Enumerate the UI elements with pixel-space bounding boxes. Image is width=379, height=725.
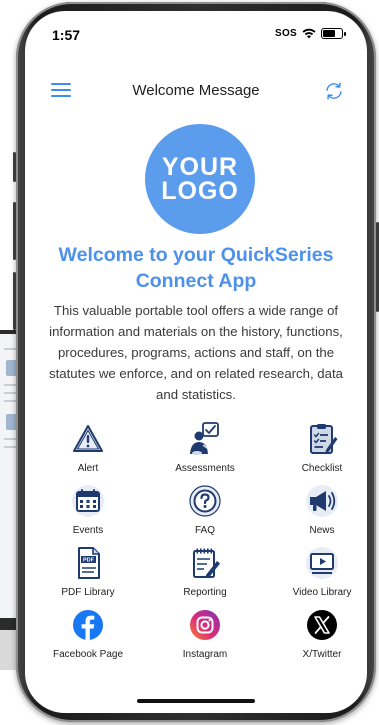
battery-icon (321, 28, 346, 39)
wifi-icon (302, 28, 316, 39)
tile-label: Checklist (301, 463, 343, 474)
tile-label: News (309, 525, 335, 536)
x-twitter-icon (307, 610, 337, 640)
notepad-pencil-icon (193, 548, 220, 578)
navigation-bar: Welcome Message (25, 73, 367, 107)
video-play-icon (306, 547, 338, 579)
alert-triangle-icon (73, 425, 103, 452)
phone-frame: 1:57 SOS Welcome Message YOUR LOGO Welco… (13, 2, 379, 722)
instagram-icon (190, 610, 220, 640)
tile-video-library[interactable]: Video Library (267, 545, 367, 598)
tile-checklist[interactable]: Checklist (267, 421, 367, 474)
tile-facebook-page[interactable]: Facebook Page (33, 607, 143, 660)
svg-text:PDF: PDF (83, 558, 95, 564)
tile-instagram[interactable]: Instagram (150, 607, 260, 660)
logo-text-line2: LOGO (161, 177, 239, 205)
tile-alert[interactable]: Alert (33, 421, 143, 474)
calendar-icon (72, 485, 104, 517)
tile-label: Events (72, 525, 104, 536)
checklist-clipboard-icon (310, 424, 338, 454)
tile-label: PDF Library (61, 587, 115, 598)
tile-label: Alert (77, 463, 99, 474)
status-indicators: SOS (274, 28, 346, 39)
page-title: Welcome Message (132, 82, 260, 99)
tile-faq[interactable]: FAQ (150, 483, 260, 536)
tile-label: Video Library (292, 587, 352, 598)
tile-label: Instagram (182, 649, 228, 660)
welcome-heading: Welcome to your QuickSeries Connect App (58, 244, 334, 292)
sync-icon[interactable] (323, 80, 345, 102)
tile-label: Reporting (183, 587, 227, 598)
welcome-description: This valuable portable tool offers a wid… (49, 303, 343, 402)
tile-label: FAQ (194, 525, 215, 536)
pdf-document-icon: PDF (78, 547, 100, 579)
facebook-icon (73, 610, 103, 640)
sos-indicator: SOS (274, 28, 297, 39)
tile-reporting[interactable]: Reporting (150, 545, 260, 598)
tile-assessments[interactable]: Assessments (150, 421, 260, 474)
tile-label: Facebook Page (52, 649, 124, 660)
question-circle-icon (189, 485, 221, 517)
tile-x-twitter[interactable]: X/Twitter (267, 607, 367, 660)
status-time: 1:57 (52, 27, 81, 43)
tile-pdf-library[interactable]: PDF PDF Library (33, 545, 143, 598)
tile-news[interactable]: News (267, 483, 367, 536)
status-bar: 1:57 SOS (25, 11, 367, 49)
tile-label: Assessments (175, 463, 235, 474)
volume-up-button (13, 202, 16, 260)
volume-down-button (13, 272, 16, 330)
logo-text-line1: YOUR (161, 153, 239, 181)
home-indicator[interactable] (137, 699, 255, 703)
tile-events[interactable]: Events (33, 483, 143, 536)
assessment-person-icon (190, 422, 219, 455)
silent-switch (13, 152, 16, 182)
app-logo: YOUR LOGO (145, 124, 255, 234)
app-screen: 1:57 SOS Welcome Message YOUR LOGO Welco… (25, 11, 367, 713)
tile-label: X/Twitter (302, 649, 342, 660)
megaphone-icon (306, 485, 338, 517)
